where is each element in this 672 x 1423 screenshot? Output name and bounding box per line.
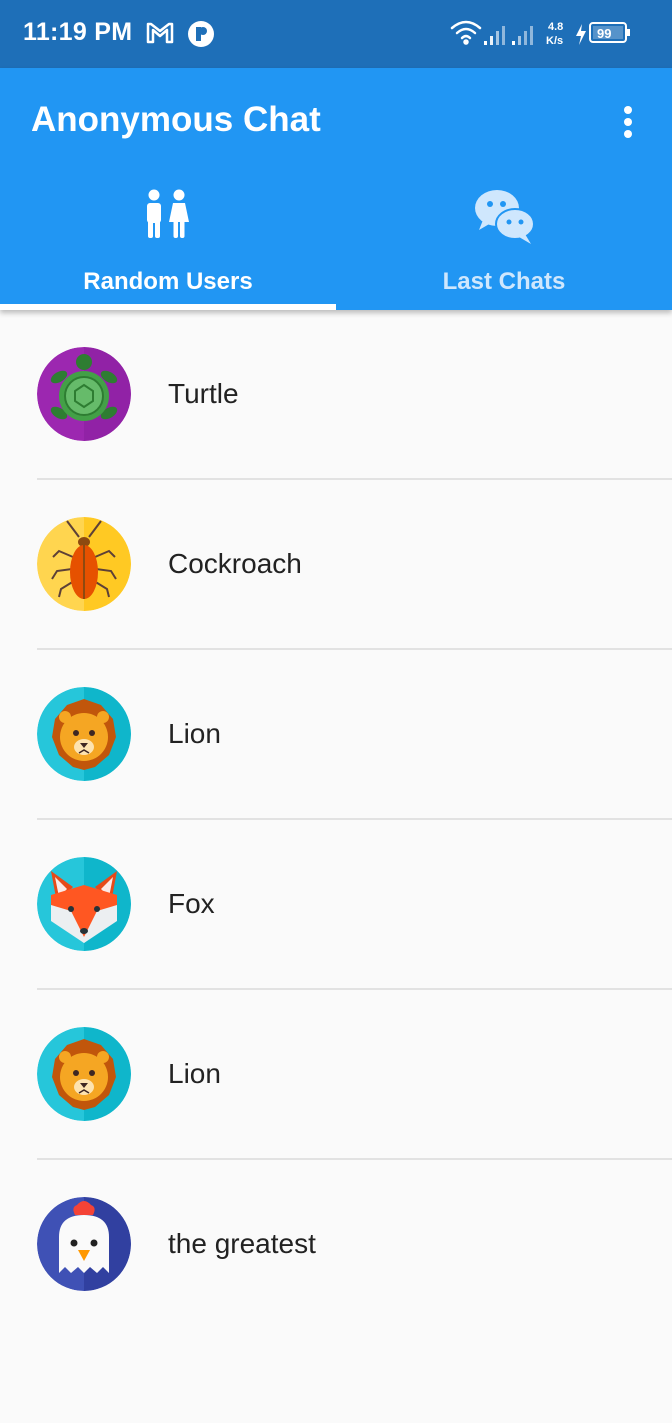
more-options-button[interactable]	[608, 100, 648, 144]
tab-random-users[interactable]: Random Users	[0, 178, 336, 310]
signal-icon	[512, 26, 533, 45]
app-bar: Anonymous Chat Random Users Last Chats	[0, 68, 672, 310]
lion-avatar	[37, 687, 131, 781]
list-item[interactable]: Fox	[0, 820, 672, 990]
list-item[interactable]: Turtle	[0, 310, 672, 480]
battery-level: 99	[597, 26, 611, 41]
user-name: Cockroach	[168, 548, 302, 579]
battery-icon: 99	[589, 22, 630, 43]
list-item[interactable]: Lion	[0, 650, 672, 820]
more-vert-icon	[624, 106, 632, 114]
signal-icon	[484, 26, 505, 45]
users-icon	[147, 189, 189, 238]
cockroach-avatar	[37, 517, 131, 611]
chat-bubbles-icon	[475, 190, 535, 244]
fox-avatar	[37, 857, 131, 951]
app-notification-icon	[188, 21, 214, 47]
list-item[interactable]: the greatest	[0, 1160, 672, 1330]
turtle-avatar	[37, 347, 131, 441]
status-system-icons: 4.8 K/s 99	[450, 16, 650, 57]
list-item[interactable]: Lion	[0, 990, 672, 1160]
network-speed-unit: K/s	[546, 35, 563, 47]
list-item[interactable]: Cockroach	[0, 480, 672, 650]
charging-icon	[576, 24, 586, 45]
wifi-icon	[450, 20, 482, 45]
lion-avatar	[37, 1027, 131, 1121]
status-bar: 11:19 PM 4.8 K/s 99	[0, 0, 672, 68]
gmail-icon	[146, 22, 174, 44]
user-name: Lion	[168, 718, 221, 749]
random-users-list: Turtle Cockroach Lion Fox Lion the great…	[0, 310, 672, 1330]
user-name: Lion	[168, 1058, 221, 1089]
network-speed-value: 4.8	[548, 21, 563, 33]
user-name: Fox	[168, 888, 215, 919]
user-name: the greatest	[168, 1228, 316, 1259]
chicken-avatar	[37, 1197, 131, 1291]
user-name: Turtle	[168, 378, 239, 409]
tab-last-chats-label: Last Chats	[442, 268, 566, 295]
status-notification-icons	[146, 18, 216, 55]
tab-last-chats[interactable]: Last Chats	[336, 178, 672, 310]
tab-random-users-label: Random Users	[83, 268, 253, 295]
status-time: 11:19 PM	[23, 18, 133, 46]
app-title: Anonymous Chat	[31, 100, 321, 139]
